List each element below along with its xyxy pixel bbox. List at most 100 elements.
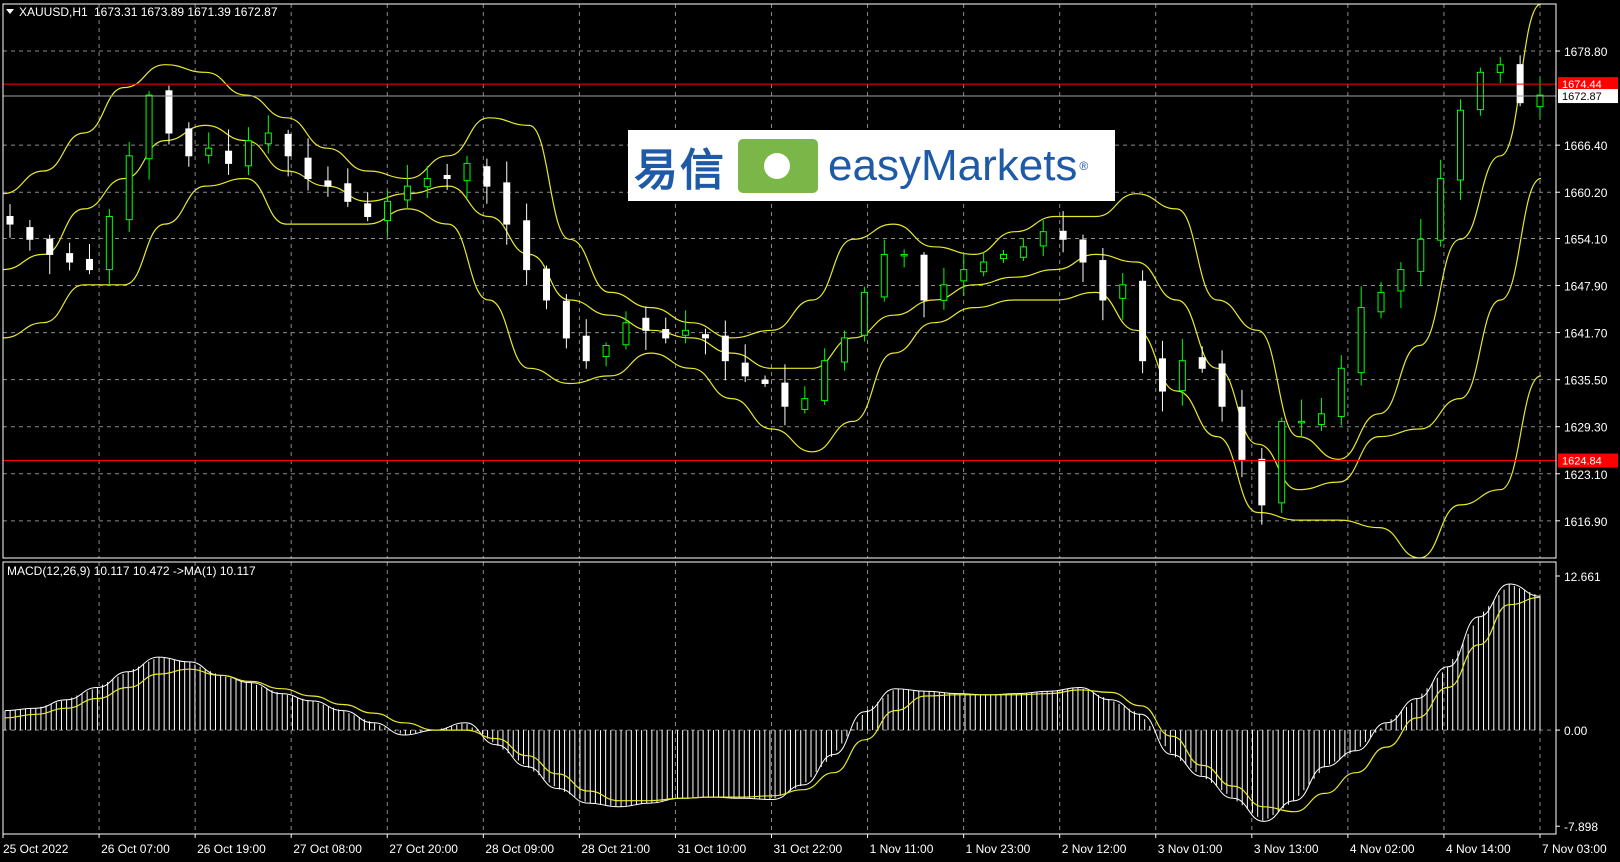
candle-body[interactable] bbox=[1496, 64, 1504, 73]
candle-body[interactable] bbox=[1298, 420, 1306, 424]
candle-body[interactable] bbox=[1357, 307, 1365, 374]
time-label: 28 Oct 09:00 bbox=[485, 842, 554, 856]
candle-body[interactable] bbox=[1536, 94, 1544, 108]
candle-body[interactable] bbox=[1317, 413, 1325, 426]
candle-body[interactable] bbox=[1198, 357, 1206, 369]
candle-body[interactable] bbox=[761, 379, 769, 384]
candle-body[interactable] bbox=[642, 317, 650, 331]
candle-body[interactable] bbox=[105, 215, 113, 271]
candle-body[interactable] bbox=[185, 128, 193, 157]
candle-body[interactable] bbox=[284, 133, 292, 157]
candle-body[interactable] bbox=[1000, 253, 1008, 260]
candle-body[interactable] bbox=[66, 253, 74, 263]
candle-body[interactable] bbox=[1377, 291, 1385, 313]
candle-body[interactable] bbox=[622, 322, 630, 346]
logo-mark-icon bbox=[738, 138, 818, 193]
time-label: 31 Oct 10:00 bbox=[677, 842, 746, 856]
candle-body[interactable] bbox=[1437, 178, 1445, 241]
candle-body[interactable] bbox=[1178, 360, 1186, 392]
candle-body[interactable] bbox=[860, 291, 868, 336]
candle-body[interactable] bbox=[304, 157, 312, 180]
candle-body[interactable] bbox=[225, 150, 233, 164]
macd-axis-label: -7.898 bbox=[1564, 820, 1598, 834]
price-label: 1678.80 bbox=[1564, 45, 1608, 59]
candle-body[interactable] bbox=[1457, 109, 1465, 181]
candle-body[interactable] bbox=[582, 335, 590, 362]
candle-body[interactable] bbox=[801, 398, 809, 410]
candle-body[interactable] bbox=[721, 335, 729, 362]
candle-body[interactable] bbox=[542, 268, 550, 301]
candle-body[interactable] bbox=[1119, 284, 1127, 299]
candle-body[interactable] bbox=[423, 178, 431, 188]
candle-body[interactable] bbox=[244, 140, 252, 167]
candle-body[interactable] bbox=[165, 90, 173, 134]
candle-body[interactable] bbox=[1139, 280, 1147, 362]
candle-body[interactable] bbox=[125, 155, 133, 221]
price-label: 1666.40 bbox=[1564, 139, 1608, 153]
candle-body[interactable] bbox=[1158, 358, 1166, 392]
candle-body[interactable] bbox=[364, 203, 372, 217]
candle-body[interactable] bbox=[841, 337, 849, 363]
price-label: 1623.10 bbox=[1564, 468, 1608, 482]
candle-body[interactable] bbox=[403, 185, 411, 201]
candle-body[interactable] bbox=[344, 183, 352, 202]
price-level-label: 1624.84 bbox=[1562, 456, 1602, 468]
candle-body[interactable] bbox=[205, 147, 213, 156]
candle-body[interactable] bbox=[26, 227, 34, 240]
time-label: 31 Oct 22:00 bbox=[774, 842, 843, 856]
candle-body[interactable] bbox=[503, 182, 511, 225]
candle-body[interactable] bbox=[1079, 239, 1087, 263]
candle-body[interactable] bbox=[741, 362, 749, 377]
easymarkets-logo: 易信 easyMarkets ® bbox=[628, 130, 1115, 201]
candle-body[interactable] bbox=[900, 253, 908, 257]
candle-body[interactable] bbox=[1516, 64, 1524, 104]
candle-body[interactable] bbox=[1059, 230, 1067, 240]
registered-icon: ® bbox=[1079, 158, 1089, 173]
candle-body[interactable] bbox=[1218, 363, 1226, 407]
candle-body[interactable] bbox=[920, 254, 928, 301]
time-label: 1 Nov 23:00 bbox=[966, 842, 1031, 856]
candle-body[interactable] bbox=[1278, 420, 1286, 504]
price-label: 1641.70 bbox=[1564, 327, 1608, 341]
candle-body[interactable] bbox=[1258, 458, 1266, 506]
candle-body[interactable] bbox=[602, 345, 610, 358]
candle-body[interactable] bbox=[145, 94, 153, 160]
time-label: 4 Nov 02:00 bbox=[1350, 842, 1415, 856]
candle-body[interactable] bbox=[682, 329, 690, 336]
candle-body[interactable] bbox=[85, 258, 93, 271]
price-label: 1660.20 bbox=[1564, 186, 1608, 200]
candle-body[interactable] bbox=[1417, 238, 1425, 272]
candle-body[interactable] bbox=[264, 132, 272, 145]
time-label: 27 Oct 20:00 bbox=[389, 842, 458, 856]
candle-body[interactable] bbox=[1099, 260, 1107, 301]
candle-body[interactable] bbox=[6, 215, 14, 225]
candle-body[interactable] bbox=[1397, 269, 1405, 292]
time-label: 28 Oct 21:00 bbox=[581, 842, 650, 856]
candle-body[interactable] bbox=[940, 284, 948, 301]
candle-body[interactable] bbox=[1476, 71, 1484, 111]
time-label: 3 Nov 13:00 bbox=[1254, 842, 1319, 856]
candle-body[interactable] bbox=[821, 360, 829, 402]
candle-body[interactable] bbox=[980, 261, 988, 273]
candle-body[interactable] bbox=[384, 200, 392, 222]
price-label: 1616.90 bbox=[1564, 515, 1608, 529]
candle-body[interactable] bbox=[880, 253, 888, 298]
candle-body[interactable] bbox=[46, 238, 54, 255]
candle-body[interactable] bbox=[1039, 231, 1047, 247]
time-label: 26 Oct 19:00 bbox=[197, 842, 266, 856]
candle-body[interactable] bbox=[443, 174, 451, 180]
candle-body[interactable] bbox=[960, 269, 968, 282]
symbol-label: XAUUSD,H1 bbox=[19, 5, 88, 19]
candle-body[interactable] bbox=[1238, 406, 1246, 460]
candle-body[interactable] bbox=[781, 382, 789, 407]
candle-body[interactable] bbox=[483, 166, 491, 187]
time-label: 4 Nov 14:00 bbox=[1446, 842, 1511, 856]
candle-body[interactable] bbox=[701, 334, 709, 339]
candle-body[interactable] bbox=[463, 162, 471, 182]
candle-body[interactable] bbox=[1337, 367, 1345, 418]
candle-body[interactable] bbox=[562, 300, 570, 339]
candle-body[interactable] bbox=[324, 180, 332, 187]
candle-body[interactable] bbox=[662, 329, 670, 339]
candle-body[interactable] bbox=[523, 220, 531, 271]
candle-body[interactable] bbox=[1019, 246, 1027, 258]
